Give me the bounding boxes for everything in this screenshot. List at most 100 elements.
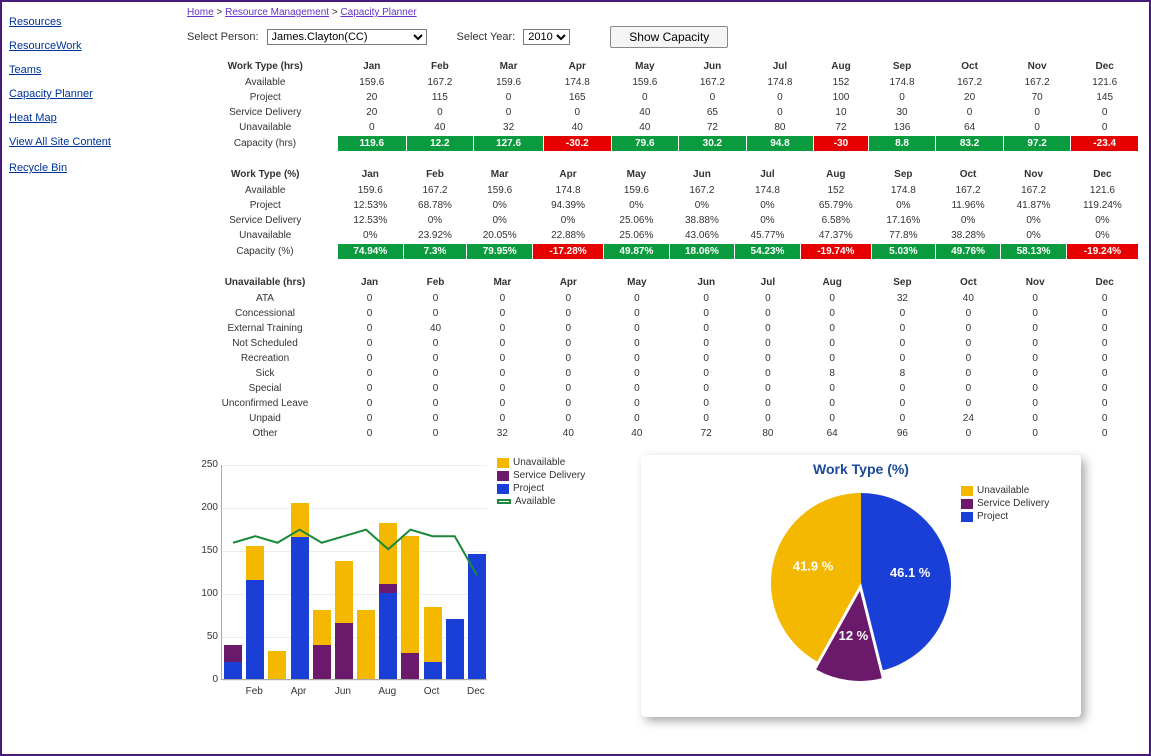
cell: 159.6 (474, 75, 544, 90)
capacity-cell: 94.8 (746, 136, 814, 152)
cell: 0 (796, 351, 868, 366)
capacity-cell: 7.3% (403, 244, 467, 260)
row-label: Unpaid (187, 411, 337, 426)
cell: 167.2 (1003, 75, 1071, 90)
cell: 174.8 (871, 183, 935, 198)
cell: 64 (936, 120, 1004, 136)
person-label: Select Person: (187, 31, 259, 43)
nav-heat-map[interactable]: Heat Map (7, 108, 172, 128)
cell: 0 (796, 381, 868, 396)
x-label: Jun (331, 686, 355, 697)
month-header: Dec (1070, 274, 1139, 291)
cell: 0 (740, 321, 797, 336)
cell: 32 (469, 426, 536, 441)
cell: 0% (935, 213, 1001, 228)
cell: 0 (1000, 306, 1070, 321)
cell: 174.8 (544, 75, 612, 90)
table-row: Concessional000000000000 (187, 306, 1139, 321)
cell: 0 (402, 411, 469, 426)
cell: 0 (868, 336, 937, 351)
cell: 0 (937, 426, 1000, 441)
row-label: Not Scheduled (187, 336, 337, 351)
nav-recycle-bin[interactable]: Recycle Bin (7, 158, 172, 178)
table-title: Work Type (hrs) (187, 58, 338, 75)
cell: 45.77% (735, 228, 801, 244)
x-label: Oct (420, 686, 444, 697)
cell: 38.88% (669, 213, 735, 228)
capacity-cell: -19.24% (1066, 244, 1138, 260)
row-label: Special (187, 381, 337, 396)
capacity-cell: -23.4 (1071, 136, 1139, 152)
cell: 159.6 (604, 183, 670, 198)
cell: 0 (536, 396, 601, 411)
cell: 0 (673, 396, 740, 411)
row-label: Available (187, 183, 338, 198)
capacity-cell: 5.03% (871, 244, 935, 260)
cell: 40 (536, 426, 601, 441)
show-capacity-button[interactable]: Show Capacity (610, 26, 728, 48)
cell: 0 (1000, 396, 1070, 411)
cell: 0 (536, 336, 601, 351)
cell: 0 (740, 291, 797, 306)
cell: 174.8 (746, 75, 814, 90)
cell: 0 (402, 336, 469, 351)
cell: 0 (402, 351, 469, 366)
cell: 70 (1003, 90, 1071, 105)
month-header: Nov (1001, 166, 1067, 183)
cell: 0 (1070, 411, 1139, 426)
person-select[interactable]: James.Clayton(CC) (267, 29, 427, 45)
month-header: Nov (1003, 58, 1071, 75)
cell: 0 (673, 366, 740, 381)
capacity-cell: 8.8 (868, 136, 936, 152)
cell: 115 (406, 90, 474, 105)
month-header: Jul (746, 58, 814, 75)
month-header: Oct (935, 166, 1001, 183)
year-select[interactable]: 2010 (523, 29, 570, 45)
cell: 0 (1070, 321, 1139, 336)
nav-resources[interactable]: Resources (7, 12, 172, 32)
x-label: Dec (464, 686, 488, 697)
cell: 121.6 (1066, 183, 1138, 198)
table-row: Service Delivery20000406501030000 (187, 105, 1139, 120)
x-label: Feb (242, 686, 266, 697)
capacity-row: Capacity (%)74.94%7.3%79.95%-17.28%49.87… (187, 244, 1139, 260)
cell: 0 (601, 396, 673, 411)
cell: 0 (1071, 120, 1139, 136)
nav-resourcework[interactable]: ResourceWork (7, 36, 172, 56)
cell: 0% (735, 213, 801, 228)
cell: 0 (337, 321, 402, 336)
bar-legend: Unavailable Service Delivery Project Ava… (497, 457, 617, 509)
cell: 0 (868, 381, 937, 396)
cell: 23.92% (403, 228, 467, 244)
cell: 0 (746, 90, 814, 105)
month-header: Jan (338, 58, 407, 75)
cell: 0% (1066, 213, 1138, 228)
nav-view-all[interactable]: View All Site Content (7, 132, 172, 152)
cell: 0 (469, 291, 536, 306)
nav-teams[interactable]: Teams (7, 60, 172, 80)
cell: 174.8 (735, 183, 801, 198)
cell: 0 (601, 321, 673, 336)
nav-capacity-planner[interactable]: Capacity Planner (7, 84, 172, 104)
crumb-cp[interactable]: Capacity Planner (340, 7, 416, 18)
pie-label: 12 % (839, 628, 869, 643)
capacity-cell: -17.28% (532, 244, 603, 260)
row-label: Service Delivery (187, 105, 338, 120)
month-header: Oct (936, 58, 1004, 75)
month-header: Mar (467, 166, 533, 183)
month-header: Feb (406, 58, 474, 75)
crumb-home[interactable]: Home (187, 7, 214, 18)
cell: 159.6 (467, 183, 533, 198)
cell: 165 (544, 90, 612, 105)
pie-chart: Work Type (%) 46.1 %12 %41.9 % Unavailab… (641, 455, 1081, 717)
cell: 0 (1003, 120, 1071, 136)
cell: 0 (868, 306, 937, 321)
cell: 0 (1070, 336, 1139, 351)
cell: 167.2 (935, 183, 1001, 198)
cell: 25.06% (604, 228, 670, 244)
cell: 0% (1066, 228, 1138, 244)
cell: 0 (337, 381, 402, 396)
pie-slice (861, 493, 951, 670)
crumb-rm[interactable]: Resource Management (225, 7, 329, 18)
row-label: Concessional (187, 306, 337, 321)
